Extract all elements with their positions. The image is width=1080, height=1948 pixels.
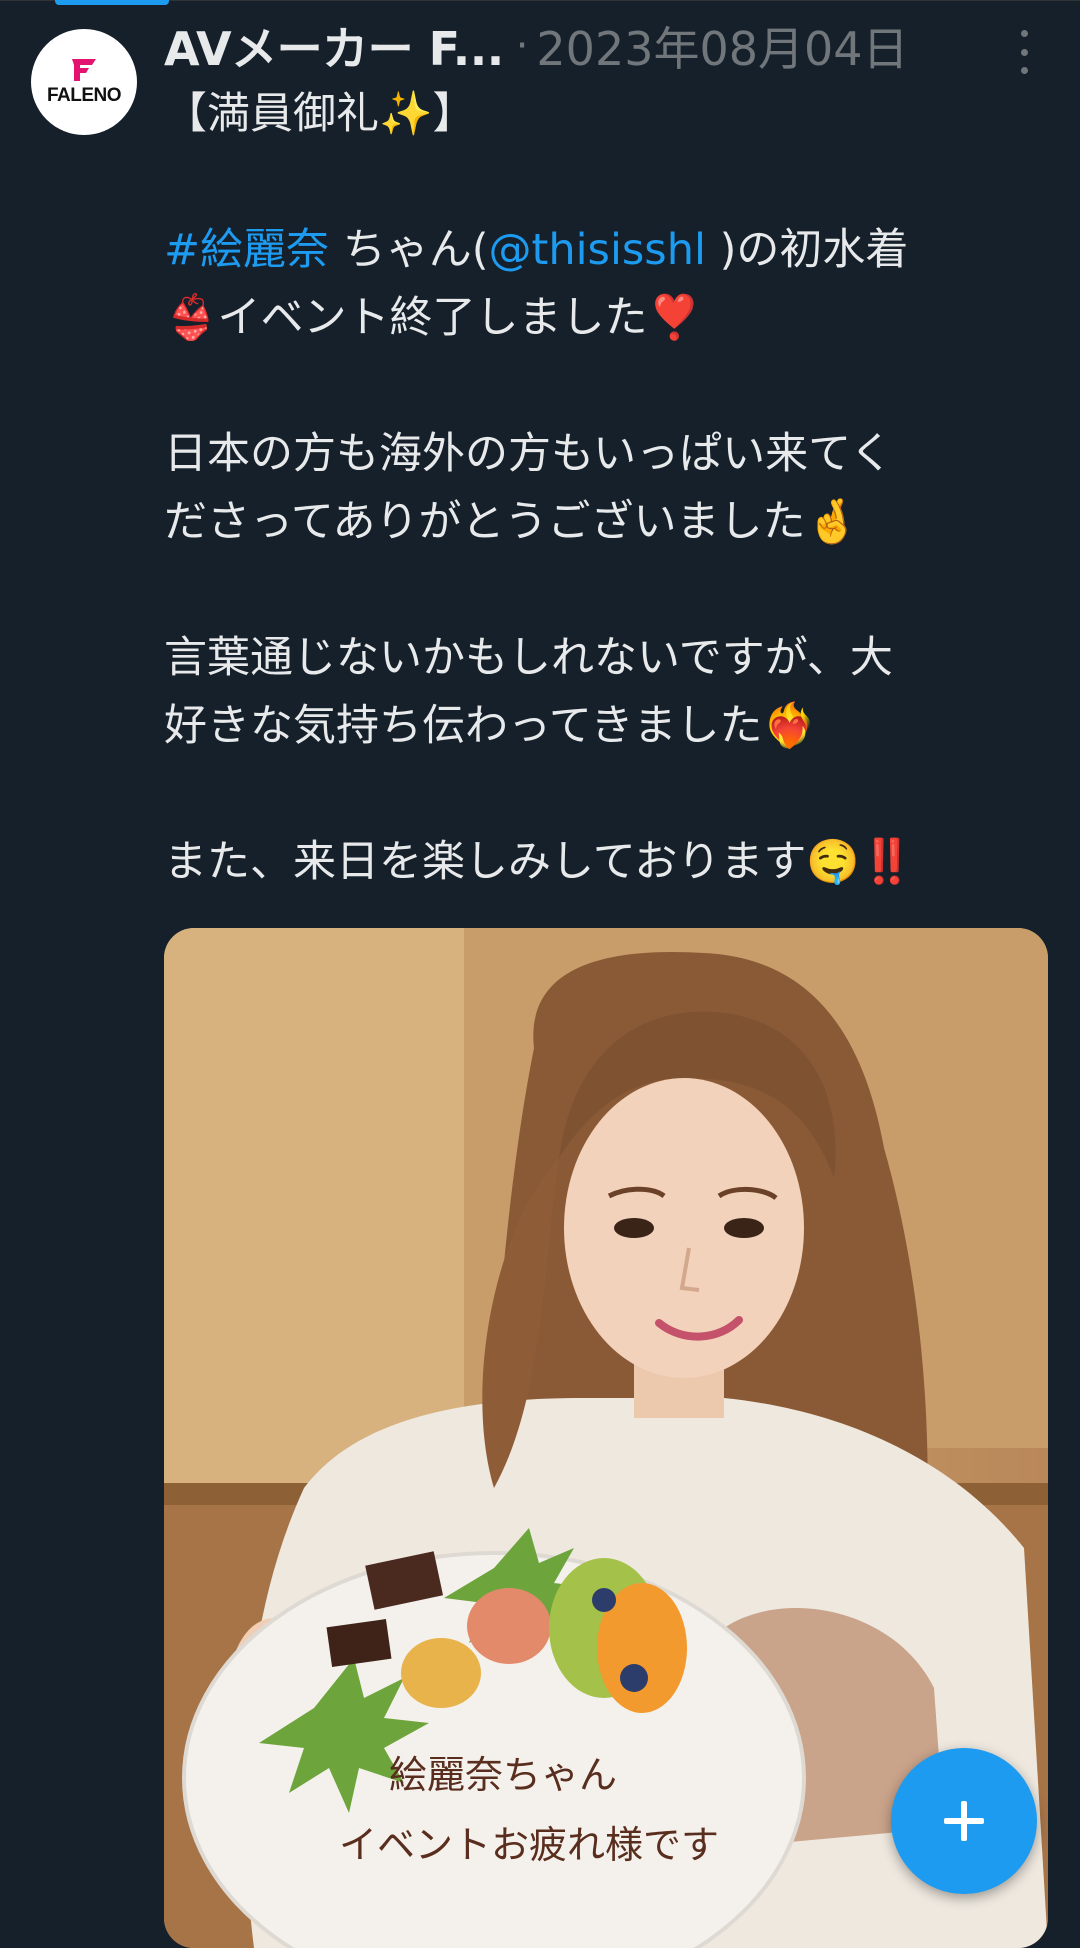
avatar[interactable]: FALENO	[31, 29, 137, 135]
tweet-line: 言葉通じないかもしれないですが、大	[164, 633, 893, 683]
tweet-header: AVメーカー F... · 2023年08月04日	[164, 14, 909, 78]
tweet-line: 好きな気持ち伝わってきました❤️‍🔥	[164, 701, 817, 751]
tweet-line: また、来日を楽しみしております🤤‼️	[164, 837, 914, 887]
tweet-text-fragment: )の初水着	[705, 225, 909, 275]
tweet-line: 日本の方も海外の方もいっぱい来てく	[164, 429, 893, 479]
tweet-line: 【満員御礼✨】	[164, 89, 476, 139]
plate-text-1: 絵麗奈ちゃん	[389, 1753, 617, 1797]
avatar-brand-text: FALENO	[46, 85, 122, 106]
mention-link[interactable]: @thisisshl	[488, 225, 705, 275]
display-name[interactable]: AVメーカー F...	[164, 13, 504, 79]
tweet-text-fragment: ちゃん(	[329, 225, 489, 275]
tab-indicator	[55, 0, 169, 5]
tweet-line: 👙イベント終了しました❣️	[164, 293, 702, 343]
more-options-icon[interactable]	[1012, 30, 1036, 74]
tweet-text: 【満員御礼✨】 #絵麗奈 ちゃん(@thisisshl )の初水着 👙イベント終…	[164, 80, 1044, 896]
tweet-line: ださってありがとうございました🤞	[164, 497, 860, 547]
tweet-date[interactable]: 2023年08月04日	[536, 13, 908, 79]
plus-icon	[944, 1801, 984, 1841]
tweet-line: #絵麗奈 ちゃん(@thisisshl )の初水着	[164, 216, 1044, 284]
plate-text-2: イベントお疲れ様です	[339, 1823, 719, 1867]
faleno-logo-mark	[72, 59, 96, 81]
hashtag-link[interactable]: #絵麗奈	[164, 225, 329, 275]
header-separator: ·	[515, 23, 529, 69]
compose-button[interactable]	[891, 1748, 1037, 1894]
